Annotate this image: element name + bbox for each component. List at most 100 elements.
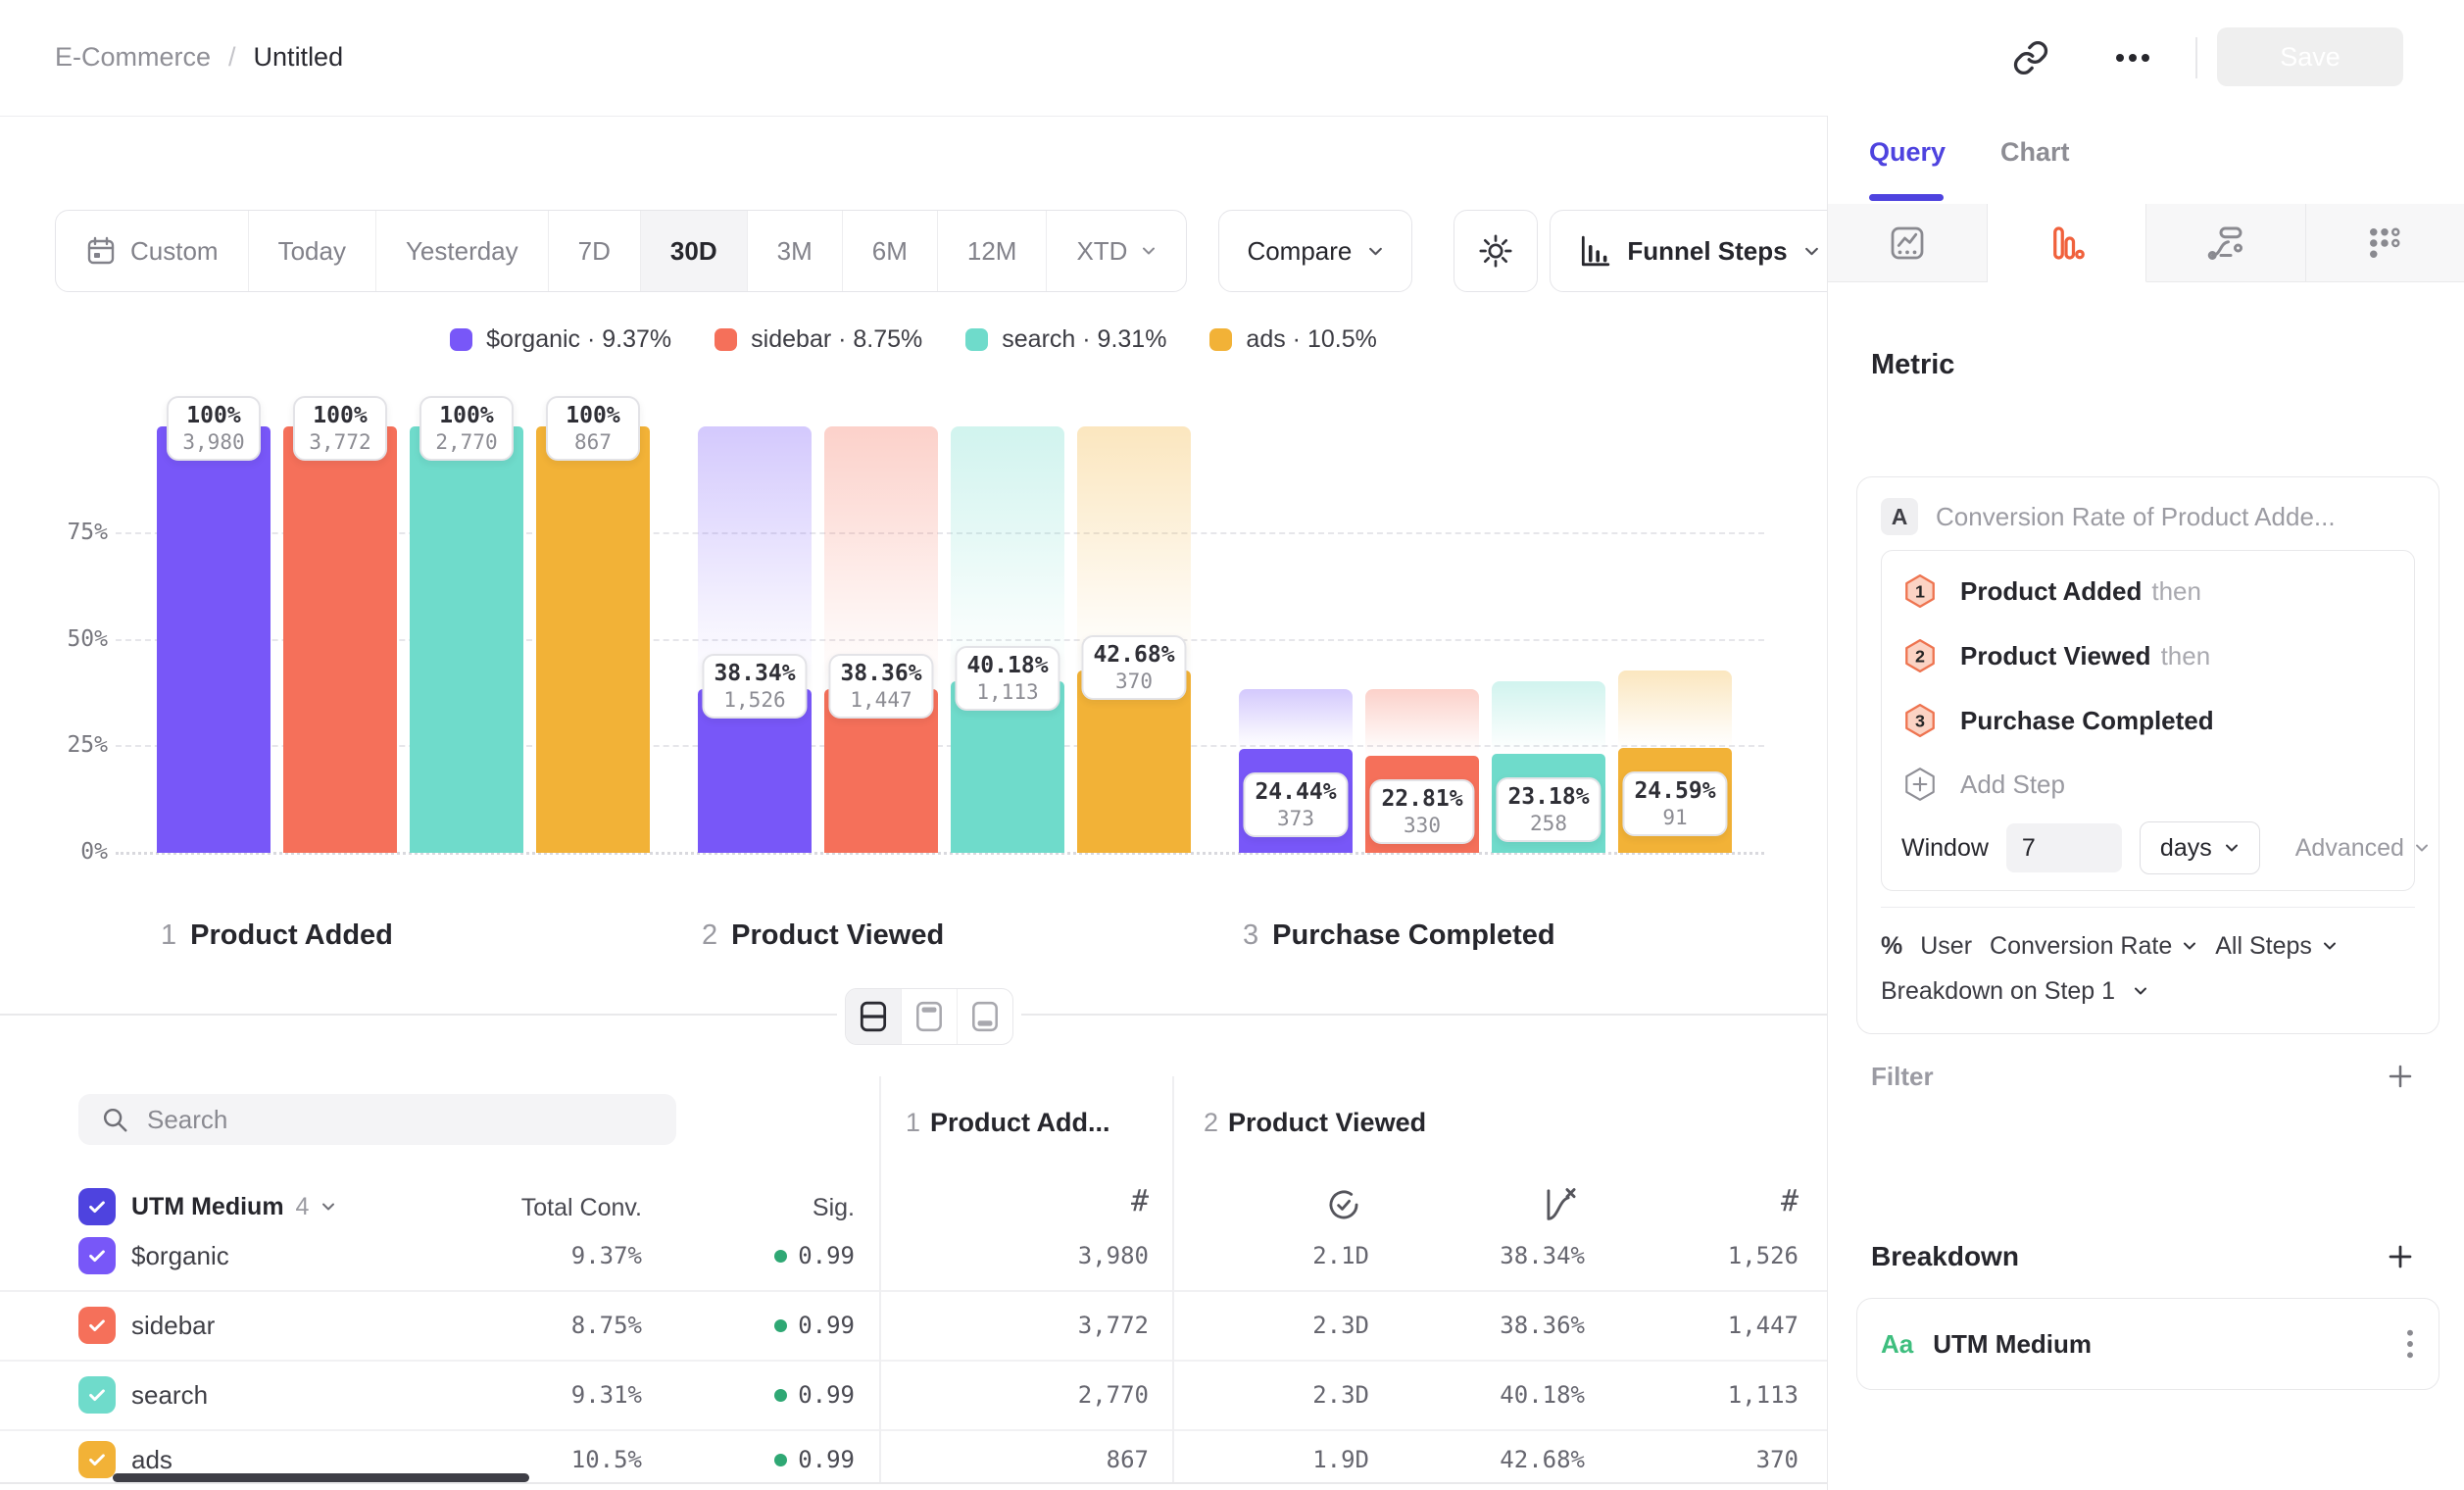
metric-title: Conversion Rate of Product Adde... xyxy=(1936,502,2336,532)
chevron-down-icon xyxy=(320,1199,336,1215)
date-range-yesterday[interactable]: Yesterday xyxy=(376,211,549,291)
save-button[interactable]: Save xyxy=(2217,27,2403,86)
window-label: Window xyxy=(1901,834,1989,863)
date-range-30d[interactable]: 30D xyxy=(641,211,748,291)
chevron-down-icon xyxy=(2322,938,2338,954)
bar-value-label: 40.18%1,113 xyxy=(955,646,1060,711)
funnel-ghost-bar xyxy=(1618,670,1732,748)
date-range-custom[interactable]: Custom xyxy=(56,211,249,291)
step2-count-cell: 370 xyxy=(1602,1446,1799,1473)
chevron-down-icon xyxy=(1367,243,1384,260)
layout-chart-only-button[interactable] xyxy=(902,989,958,1044)
row-checkbox[interactable] xyxy=(78,1441,116,1478)
funnel-ghost-bar xyxy=(1365,689,1479,756)
funnel-bar[interactable] xyxy=(157,426,271,853)
breakdown-property-card[interactable]: Aa UTM Medium xyxy=(1856,1298,2439,1390)
tab-funnels[interactable] xyxy=(1988,204,2147,282)
row-label: ads xyxy=(131,1445,172,1475)
horizontal-scrollbar-thumb[interactable] xyxy=(113,1473,529,1482)
table-row[interactable]: sidebar8.75%0.993,7722.3D38.36%1,447 xyxy=(0,1292,1827,1359)
steps-scope-dropdown[interactable]: All Steps xyxy=(2215,932,2338,961)
avg-time-icon[interactable] xyxy=(1325,1186,1362,1223)
breakdown-on-step-dropdown[interactable]: Breakdown on Step 1 xyxy=(1881,968,2415,1014)
date-range-3m[interactable]: 3M xyxy=(748,211,843,291)
avg-time-cell: 1.9D xyxy=(1173,1446,1369,1473)
table-row[interactable]: search9.31%0.992,7702.3D40.18%1,113 xyxy=(0,1362,1827,1428)
date-range-7d[interactable]: 7D xyxy=(549,211,641,291)
tab-flows[interactable] xyxy=(2146,204,2306,282)
calendar-icon xyxy=(85,235,117,267)
window-unit-dropdown[interactable]: days xyxy=(2140,821,2260,874)
table-step1-header[interactable]: 1Product Add... xyxy=(906,1108,1110,1138)
legend-label: search · 9.31% xyxy=(1002,325,1166,354)
search-icon xyxy=(100,1105,129,1134)
row-checkbox[interactable] xyxy=(78,1376,116,1414)
add-step-button[interactable]: Add Step xyxy=(1901,753,2394,816)
step1-count-cell: 3,772 xyxy=(953,1312,1149,1339)
more-options-button[interactable] xyxy=(2105,34,2160,81)
tab-chart[interactable]: Chart xyxy=(2000,137,2070,168)
select-all-checkbox[interactable] xyxy=(78,1188,116,1225)
legend-item[interactable]: sidebar · 8.75% xyxy=(715,325,922,354)
row-checkbox[interactable] xyxy=(78,1307,116,1344)
add-step-hexagon-icon xyxy=(1901,766,1939,803)
bar-value-label: 100%3,772 xyxy=(293,396,387,461)
metric-letter-badge: A xyxy=(1881,498,1918,535)
chevron-down-icon xyxy=(2133,983,2148,999)
breadcrumb-current[interactable]: Untitled xyxy=(254,42,344,73)
total-conv-cell: 9.37% xyxy=(446,1242,642,1269)
funnel-bar[interactable] xyxy=(283,426,397,853)
measure-metric-dropdown[interactable]: Conversion Rate xyxy=(1990,932,2197,961)
count-icon[interactable]: # xyxy=(1051,1184,1149,1218)
add-filter-button[interactable] xyxy=(2386,1062,2415,1091)
breadcrumb-parent[interactable]: E-Commerce xyxy=(55,42,211,73)
chevron-down-icon xyxy=(1803,243,1820,260)
compare-button[interactable]: Compare xyxy=(1218,210,1412,292)
query-panel: Query Chart xyxy=(1827,116,2464,1490)
filter-heading: Filter xyxy=(1871,1062,1934,1092)
window-value-input[interactable] xyxy=(2006,823,2122,872)
search-input[interactable] xyxy=(145,1104,655,1136)
legend-item[interactable]: ads · 10.5% xyxy=(1209,325,1376,354)
funnel-bar[interactable] xyxy=(410,426,523,853)
add-breakdown-button[interactable] xyxy=(2386,1242,2415,1271)
legend-item[interactable]: $organic · 9.37% xyxy=(450,325,671,354)
query-step-row[interactable]: 1Product Addedthen xyxy=(1901,559,2394,623)
table-step2-header[interactable]: 2Product Viewed xyxy=(1204,1108,1426,1138)
total-conv-column-header[interactable]: Total Conv. xyxy=(446,1194,642,1222)
metric-title-row[interactable]: A Conversion Rate of Product Adde... xyxy=(1881,495,2415,538)
date-range-6m[interactable]: 6M xyxy=(843,211,938,291)
table-row[interactable]: $organic9.37%0.993,9802.1D38.34%1,526 xyxy=(0,1222,1827,1289)
steps-list: 1Product Addedthen2Product Viewedthen3Pu… xyxy=(1901,559,2394,753)
funnel-ghost-bar xyxy=(1077,426,1191,670)
row-checkbox[interactable] xyxy=(78,1237,116,1274)
chart-type-selector[interactable]: Funnel Steps xyxy=(1550,210,1848,292)
y-axis-tick: 50% xyxy=(39,626,108,652)
date-range-12m[interactable]: 12M xyxy=(938,211,1048,291)
conv-rate-cell: 38.34% xyxy=(1389,1242,1585,1269)
row-label: $organic xyxy=(131,1241,229,1271)
breadcrumb-separator: / xyxy=(228,42,236,73)
tab-retention[interactable] xyxy=(2306,204,2464,282)
kebab-menu-icon[interactable] xyxy=(2405,1327,2415,1361)
date-range-xtd[interactable]: XTD xyxy=(1047,211,1186,291)
tab-query[interactable]: Query xyxy=(1869,137,1946,168)
conv-rate-icon[interactable] xyxy=(1543,1186,1580,1223)
count-icon[interactable]: # xyxy=(1700,1184,1799,1218)
legend-item[interactable]: search · 9.31% xyxy=(965,325,1166,354)
share-link-button[interactable] xyxy=(2007,34,2054,81)
layout-table-only-button[interactable] xyxy=(958,989,1012,1044)
layout-split-button[interactable] xyxy=(846,989,902,1044)
funnel-bar[interactable] xyxy=(536,426,650,853)
measure-entity[interactable]: User xyxy=(1920,932,1972,961)
split-view-icon xyxy=(859,1000,888,1033)
chart-settings-button[interactable] xyxy=(1454,210,1538,292)
advanced-dropdown[interactable]: Advanced xyxy=(2295,834,2430,863)
legend-swatch xyxy=(965,328,988,351)
query-step-row[interactable]: 2Product Viewedthen xyxy=(1901,623,2394,688)
date-range-today[interactable]: Today xyxy=(249,211,376,291)
breakdown-column-header[interactable]: UTM Medium 4 xyxy=(131,1188,336,1225)
tab-insights[interactable] xyxy=(1828,204,1988,282)
query-step-row[interactable]: 3Purchase Completed xyxy=(1901,688,2394,753)
sig-column-header[interactable]: Sig. xyxy=(659,1194,855,1222)
